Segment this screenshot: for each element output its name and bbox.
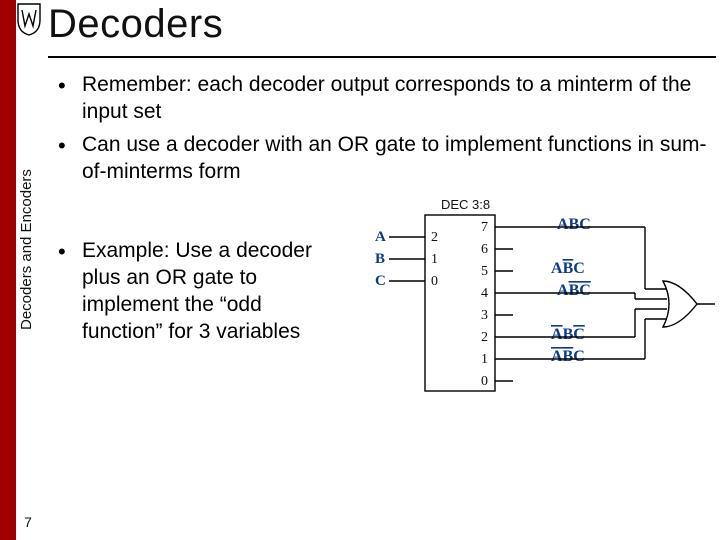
or-gate-icon [663,281,715,327]
accent-band [0,0,16,540]
svg-text:0: 0 [481,374,488,389]
term-1: ABC [551,348,585,365]
svg-text:6: 6 [481,242,488,257]
svg-text:0: 0 [431,274,438,289]
svg-text:2: 2 [431,230,438,245]
page-title: Decoders [48,2,223,47]
svg-text:B: B [375,251,385,267]
main-content: Remember: each decoder output correspond… [58,72,708,192]
input-C: C 0 [375,273,438,289]
svg-text:5: 5 [481,264,488,279]
svg-text:A: A [375,229,386,245]
svg-text:2: 2 [481,330,488,345]
bullet-item: Can use a decoder with an OR gate to imp… [58,132,708,186]
bullet-item: Example: Use a decoder plus an OR gate t… [58,238,338,346]
svg-text:1: 1 [481,352,488,367]
bullet-item: Remember: each decoder output correspond… [58,72,708,126]
block-label: DEC 3:8 [441,197,490,212]
or-wires [523,227,667,359]
decoder-diagram: DEC 3:8 A 2 B 1 C 0 7 6 5 4 3 [345,195,715,415]
title-rule [48,56,716,58]
page-number: 7 [18,514,38,530]
input-B: B 1 [375,251,438,267]
svg-text:4: 4 [481,286,488,301]
svg-text:C: C [375,273,386,289]
svg-text:7: 7 [481,220,488,235]
term-5: ABC [551,260,585,277]
svg-text:1: 1 [431,252,438,267]
input-A: A 2 [375,229,438,245]
chapter-label: Decoders and Encoders [18,169,35,330]
term-4: ABC [557,282,591,299]
svg-text:3: 3 [481,308,488,323]
bullet-list: Remember: each decoder output correspond… [58,72,708,186]
term-7: ABC [557,216,591,233]
term-2: ABC [551,326,585,343]
crest-icon [16,2,42,36]
